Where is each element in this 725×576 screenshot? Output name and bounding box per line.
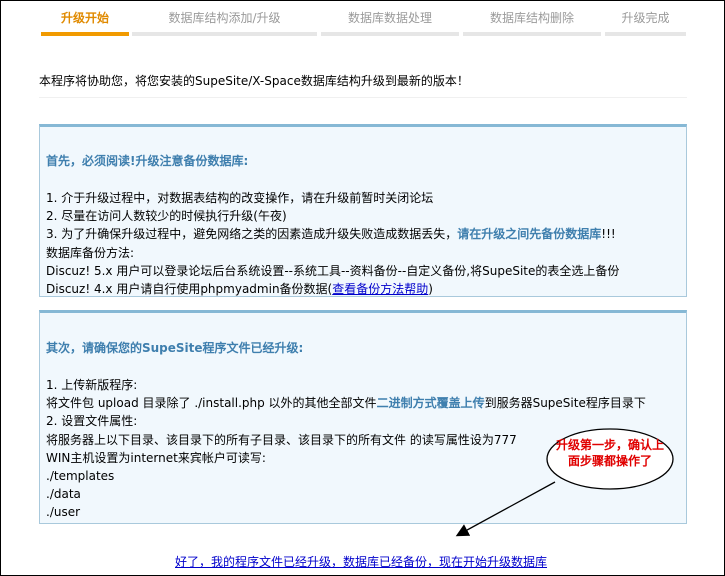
- backup-notice-panel: 首先，必须阅读!升级注意备份数据库: 1. 介于升级过程中，对数据表结构的改变操…: [39, 124, 687, 297]
- instruction-text: 到服务器SupeSite程序目录下: [484, 396, 646, 411]
- step-label: 数据库数据处理: [347, 11, 432, 25]
- step-bar: [132, 32, 317, 36]
- annotation-line: 面步骤都操作了: [567, 454, 652, 468]
- step-complete: 升级完成: [605, 0, 686, 36]
- backup-help-link[interactable]: 查看备份方法帮助: [332, 282, 428, 296]
- backup-warning-highlight: 请在升级之间先备份数据库: [457, 227, 602, 242]
- step-label: 升级开始: [60, 11, 109, 25]
- upload-mode-highlight: 二进制方式覆盖上传: [376, 396, 485, 411]
- upgrade-steps: 升级开始 数据库结构添加/升级 数据库数据处理 数据库结构删除 升级完成: [41, 0, 686, 36]
- divider: [39, 97, 687, 98]
- step-bar: [41, 32, 129, 36]
- notice-text: !!!: [601, 227, 616, 242]
- instruction-line: 1. 上传新版程序:: [46, 378, 138, 392]
- start-upgrade-link[interactable]: 好了，我的程序文件已经升级，数据库已经备份，现在开始升级数据库: [175, 553, 547, 570]
- step-bar: [321, 32, 459, 36]
- instruction-text: 将文件包 upload 目录除了 ./install.php 以外的其他全部文件: [46, 396, 377, 411]
- instruction-line: 将文件包 upload 目录除了 ./install.php 以外的其他全部文件…: [46, 394, 682, 412]
- panel-title: 其次，请确保您的SupeSite程序文件已经升级:: [46, 341, 304, 355]
- notice-line: 2. 尽量在访问人数较少的时候执行升级(午夜): [46, 209, 287, 224]
- notice-text: ): [428, 282, 433, 297]
- step-data-process: 数据库数据处理: [321, 0, 459, 36]
- step-label: 数据库结构删除: [489, 11, 574, 25]
- notice-line: 3. 为了升确保升级过程中，避免网络之类的因素造成升级失败造成数据丢失，请在升级…: [46, 225, 682, 243]
- panel-body: 1. 介于升级过程中，对数据表结构的改变操作，请在升级前暂时关闭论坛 2. 尽量…: [46, 189, 682, 298]
- file-upgrade-panel: 其次，请确保您的SupeSite程序文件已经升级: 1. 上传新版程序: 将文件…: [39, 310, 687, 524]
- panel-title: 首先，必须阅读!升级注意备份数据库:: [46, 154, 249, 168]
- intro-text: 本程序将协助您，将您安装的SupeSite/X-Space数据库结构升级到最新的…: [39, 74, 469, 88]
- step-structure-add: 数据库结构添加/升级: [132, 0, 317, 36]
- step-label: 数据库结构添加/升级: [168, 11, 281, 25]
- notice-text: Discuz! 4.x 用户请自行使用phpmyadmin备份数据(: [46, 282, 333, 297]
- notice-line: 1. 介于升级过程中，对数据表结构的改变操作，请在升级前暂时关闭论坛: [46, 191, 434, 205]
- annotation-text: 升级第一步，确认上 面步骤都操作了: [551, 437, 669, 469]
- annotation-line: 升级第一步，确认上: [555, 438, 664, 452]
- notice-line: 数据库备份方法:: [46, 245, 135, 260]
- step-bar: [605, 32, 686, 36]
- notice-line: Discuz! 5.x 用户可以登录论坛后台系统设置--系统工具--资料备份--…: [46, 263, 620, 278]
- step-bar: [463, 32, 601, 36]
- step-label: 升级完成: [621, 11, 670, 25]
- notice-text: 3. 为了升确保升级过程中，避免网络之类的因素造成升级失败造成数据丢失，: [46, 227, 458, 242]
- directory-path: ./user: [46, 505, 81, 520]
- step-start: 升级开始: [41, 0, 129, 36]
- step-structure-delete: 数据库结构删除: [463, 0, 601, 36]
- notice-line: Discuz! 4.x 用户请自行使用phpmyadmin备份数据(查看备份方法…: [46, 280, 682, 298]
